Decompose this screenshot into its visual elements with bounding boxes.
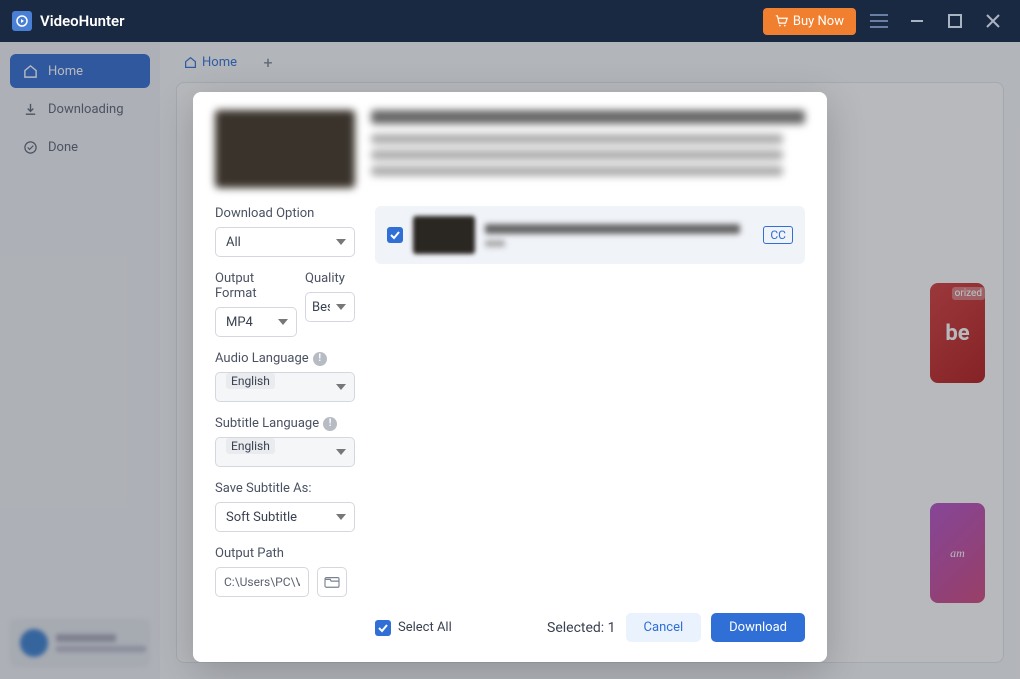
item-title: [485, 224, 753, 247]
logo-icon: [12, 11, 32, 31]
folder-icon: [324, 575, 340, 589]
cart-icon: [775, 15, 788, 28]
maximize-icon[interactable]: [940, 6, 970, 36]
download-button[interactable]: Download: [711, 613, 805, 642]
download-modal: Download Option All Output Format MP4 Qu…: [193, 92, 827, 662]
audio-language-select[interactable]: English: [215, 372, 355, 402]
download-option-label: Download Option: [215, 206, 355, 221]
save-subtitle-label: Save Subtitle As:: [215, 481, 355, 496]
close-icon[interactable]: [978, 6, 1008, 36]
browse-folder-button[interactable]: [317, 567, 347, 597]
quality-label: Quality: [305, 271, 355, 286]
selected-count: Selected: 1: [547, 620, 616, 636]
output-format-select[interactable]: MP4: [215, 307, 297, 337]
select-all-box[interactable]: [375, 620, 391, 636]
info-icon[interactable]: !: [313, 352, 327, 366]
select-all-checkbox[interactable]: Select All: [375, 620, 452, 636]
cc-badge[interactable]: CC: [763, 226, 793, 244]
buy-now-button[interactable]: Buy Now: [763, 8, 856, 35]
output-format-label: Output Format: [215, 271, 297, 301]
subtitle-language-select[interactable]: English: [215, 437, 355, 467]
save-subtitle-select[interactable]: Soft Subtitle: [215, 502, 355, 532]
audio-language-label: Audio Language !: [215, 351, 355, 366]
cancel-button[interactable]: Cancel: [626, 613, 702, 642]
quality-select[interactable]: Best: [305, 292, 355, 322]
download-option-select[interactable]: All: [215, 227, 355, 257]
info-icon[interactable]: !: [323, 417, 337, 431]
menu-icon[interactable]: [864, 6, 894, 36]
app-name: VideoHunter: [40, 12, 125, 30]
video-title-block: [371, 110, 805, 188]
output-path-input[interactable]: [215, 567, 309, 597]
video-thumbnail: [215, 110, 355, 188]
check-icon: [378, 623, 388, 633]
titlebar: VideoHunter Buy Now: [0, 0, 1020, 42]
output-path-label: Output Path: [215, 546, 355, 561]
app-logo: VideoHunter: [12, 11, 125, 31]
item-thumbnail: [413, 216, 475, 254]
modal-overlay: Download Option All Output Format MP4 Qu…: [0, 42, 1020, 679]
video-header: [215, 110, 805, 188]
item-checkbox[interactable]: [387, 227, 403, 243]
check-icon: [390, 230, 400, 240]
video-item-row[interactable]: CC: [375, 206, 805, 264]
minimize-icon[interactable]: [902, 6, 932, 36]
subtitle-language-label: Subtitle Language !: [215, 416, 355, 431]
